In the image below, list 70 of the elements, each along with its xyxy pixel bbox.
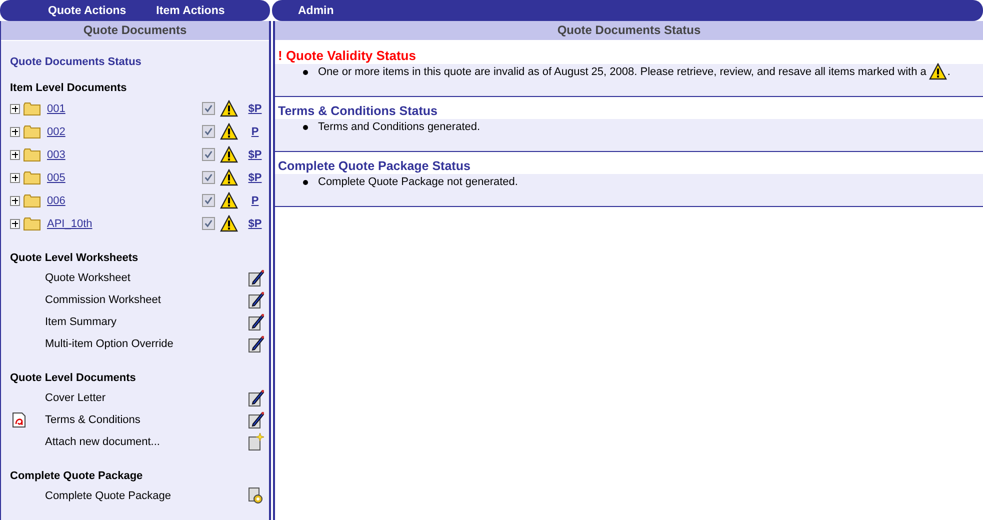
- document-item[interactable]: Cover Letter: [45, 392, 248, 404]
- item-link[interactable]: 002: [47, 126, 202, 138]
- pdf-document-icon[interactable]: [12, 412, 26, 428]
- folder-icon: [23, 216, 41, 230]
- bullet-icon: [303, 125, 308, 130]
- expand-icon[interactable]: [10, 196, 20, 206]
- add-document-icon[interactable]: [248, 433, 264, 451]
- bullet-icon: [303, 70, 308, 75]
- item-link[interactable]: 006: [47, 194, 202, 206]
- section-title: Quote Level Worksheets: [10, 252, 140, 264]
- document-item[interactable]: Complete Quote Package: [45, 490, 248, 502]
- section-title: Item Level Documents: [10, 82, 128, 94]
- document-gear-icon[interactable]: [248, 487, 264, 505]
- warning-icon: [220, 192, 238, 209]
- status-link[interactable]: Quote Documents Status: [10, 56, 269, 68]
- document-item[interactable]: Terms & Conditions: [45, 414, 248, 426]
- edit-document-icon[interactable]: [248, 335, 264, 353]
- folder-icon: [23, 194, 41, 208]
- bullet-icon: [303, 180, 308, 185]
- checkbox[interactable]: [202, 217, 215, 230]
- panel-header: Quote Documents: [1, 21, 269, 41]
- section-title: Complete Quote Package: [10, 470, 144, 482]
- document-item[interactable]: Item Summary: [45, 316, 248, 328]
- document-item[interactable]: Multi-item Option Override: [45, 338, 248, 350]
- edit-document-icon[interactable]: [248, 269, 264, 287]
- section-title: Quote Level Documents: [10, 372, 137, 384]
- item-link[interactable]: 001: [47, 102, 202, 114]
- edit-document-icon[interactable]: [248, 389, 264, 407]
- edit-document-icon[interactable]: [248, 411, 264, 429]
- warning-icon: [220, 123, 238, 140]
- folder-icon: [23, 148, 41, 162]
- document-item[interactable]: Commission Worksheet: [45, 294, 248, 306]
- menu-item[interactable]: Admin: [298, 4, 334, 16]
- pricing-link[interactable]: $P: [243, 218, 267, 230]
- folder-icon: [23, 124, 41, 138]
- checkbox[interactable]: [202, 102, 215, 115]
- expand-icon[interactable]: [10, 104, 20, 114]
- item-link[interactable]: 003: [47, 148, 202, 160]
- edit-document-icon[interactable]: [248, 313, 264, 331]
- status-message: One or more items in this quote are invalid as of August 25, 2008. Please retrieve, review, and resave all items marked with a: [318, 66, 926, 78]
- expand-icon[interactable]: [10, 218, 20, 228]
- item-link[interactable]: API_10th: [47, 218, 202, 230]
- pricing-link[interactable]: P: [243, 194, 267, 206]
- period-text: .: [947, 66, 950, 78]
- checkbox[interactable]: [202, 194, 215, 207]
- warning-icon: [220, 169, 238, 186]
- folder-icon: [23, 170, 41, 184]
- document-item[interactable]: Quote Worksheet: [45, 272, 248, 284]
- folder-icon: [23, 102, 41, 116]
- pricing-link[interactable]: P: [243, 126, 267, 138]
- status-message: Complete Quote Package not generated.: [318, 176, 518, 188]
- expand-icon[interactable]: [10, 126, 20, 136]
- warning-icon: [220, 146, 238, 163]
- panel-header: Quote Documents Status: [275, 21, 983, 41]
- warning-icon: [220, 215, 238, 232]
- pricing-link[interactable]: $P: [243, 172, 267, 184]
- status-message: Terms and Conditions generated.: [318, 121, 480, 133]
- document-item[interactable]: Attach new document...: [45, 436, 248, 448]
- checkbox[interactable]: [202, 125, 215, 138]
- expand-icon[interactable]: [10, 150, 20, 160]
- edit-document-icon[interactable]: [248, 291, 264, 309]
- checkbox[interactable]: [202, 171, 215, 184]
- checkbox[interactable]: [202, 148, 215, 161]
- pricing-link[interactable]: $P: [243, 102, 267, 114]
- pricing-link[interactable]: $P: [243, 148, 267, 160]
- menu-item[interactable]: Item Actions: [156, 4, 225, 16]
- menu-item[interactable]: Quote Actions: [48, 4, 126, 16]
- expand-icon[interactable]: [10, 172, 20, 182]
- warning-icon: [220, 100, 238, 117]
- item-link[interactable]: 005: [47, 172, 202, 184]
